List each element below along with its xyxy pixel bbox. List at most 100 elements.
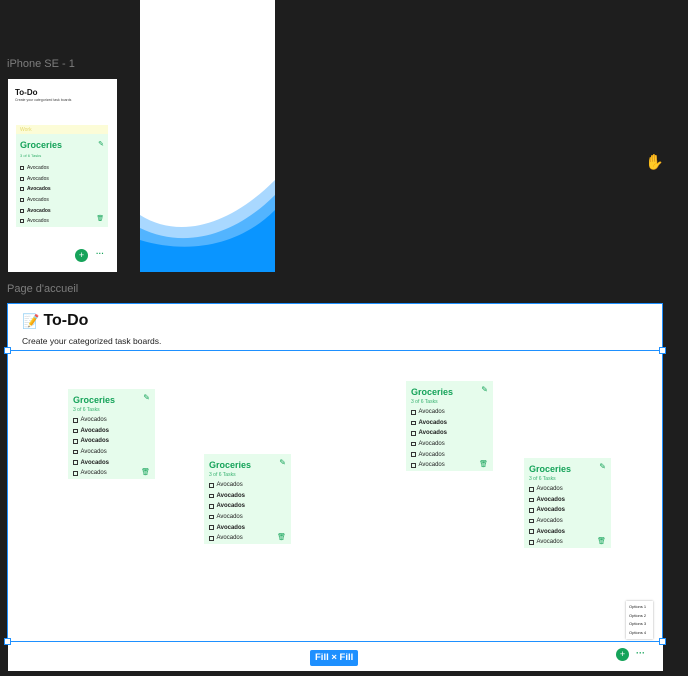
checkbox[interactable] [529,518,534,524]
more-options-button[interactable]: ··· [96,249,104,258]
task-item[interactable]: Avocados [529,516,565,527]
hand-cursor-icon: ✋ [645,154,664,171]
splash-frame[interactable] [140,0,275,272]
task-item[interactable]: Avocados [20,174,51,185]
checkbox[interactable] [73,428,78,434]
pencil-icon[interactable]: ✎ [98,140,104,148]
task-item[interactable]: Avocados [20,216,51,227]
task-item[interactable]: Avocados [411,439,447,450]
pencil-icon[interactable]: ✎ [481,385,488,394]
task-item[interactable]: Avocados [411,428,447,439]
checkbox[interactable] [20,208,24,213]
task-item[interactable]: Avocados [73,468,109,479]
page-subtitle: Create your categorized task boards. [22,336,162,346]
task-item[interactable]: Avocados [209,512,245,523]
pencil-icon[interactable]: ✎ [599,462,606,471]
checkbox[interactable] [20,176,24,181]
checkbox[interactable] [20,187,24,192]
task-item[interactable]: Avocados [209,501,245,512]
checkbox[interactable] [411,410,416,415]
add-board-button[interactable]: + [75,249,88,262]
iphone-title: To-Do [15,88,38,97]
checkbox[interactable] [209,504,214,509]
checkbox[interactable] [411,463,416,468]
frame-label-iphone[interactable]: iPhone SE - 1 [7,58,75,70]
checkbox[interactable] [73,439,78,444]
checkbox[interactable] [20,219,24,224]
task-item[interactable]: Avocados [529,505,565,516]
task-item[interactable]: Avocados [411,460,447,471]
task-item[interactable]: Avocados [73,447,109,458]
task-item[interactable]: Avocados [20,184,51,195]
resize-handle-top-right[interactable] [659,347,666,354]
board-card[interactable]: Groceries 3 of 6 Tasks ✎ Avocados Avocad… [524,458,611,548]
board-task-count: 3 of 6 Tasks [529,476,556,482]
task-item[interactable]: Avocados [529,484,565,495]
checkbox[interactable] [209,514,214,520]
trash-icon[interactable]: 🗑 [96,215,104,222]
task-item[interactable]: Avocados [529,526,565,537]
task-item[interactable]: Avocados [73,436,109,447]
checkbox[interactable] [529,487,534,492]
iphone-frame[interactable]: To-Do Create your categorized task board… [8,79,117,272]
option-item[interactable]: Options 1 [629,604,650,613]
task-item[interactable]: Avocados [411,449,447,460]
iphone-board[interactable]: Groceries 3 of 6 Tasks ✎ Avocados Avocad… [16,134,108,227]
add-board-button[interactable]: + [616,648,629,661]
task-item[interactable]: Avocados [529,537,565,548]
resize-handle-top-left[interactable] [4,347,11,354]
task-item[interactable]: Avocados [20,163,51,174]
task-item[interactable]: Avocados [529,495,565,506]
trash-icon[interactable]: 🗑 [479,460,488,468]
task-item[interactable]: Avocados [209,480,245,491]
task-item[interactable]: Avocados [411,407,447,418]
checkbox[interactable] [73,471,78,476]
pencil-icon[interactable]: ✎ [279,458,286,467]
checkbox[interactable] [209,525,214,530]
checkbox[interactable] [529,508,534,513]
pencil-icon[interactable]: ✎ [143,393,150,402]
option-item[interactable]: Options 2 [629,613,650,622]
checkbox[interactable] [411,431,416,436]
options-menu: Options 1 Options 2 Options 3 Options 4 [626,601,653,639]
checkbox[interactable] [73,418,78,423]
board-card[interactable]: Groceries 3 of 6 Tasks ✎ Avocados Avocad… [204,454,291,544]
checkbox[interactable] [411,420,416,426]
checkbox[interactable] [73,449,78,455]
resize-handle-bottom-left[interactable] [4,638,11,645]
task-item[interactable]: Avocados [411,418,447,429]
task-item[interactable]: Avocados [73,426,109,437]
task-item[interactable]: Avocados [20,195,51,206]
checkbox[interactable] [209,493,214,499]
option-item[interactable]: Options 4 [629,630,650,639]
task-item[interactable]: Avocados [209,522,245,533]
more-options-button[interactable]: ··· [636,648,645,658]
board-task-count: 3 of 6 Tasks [73,407,100,413]
size-badge: Fill × Fill [310,650,359,666]
trash-icon[interactable]: 🗑 [141,468,150,476]
checkbox[interactable] [411,452,416,457]
checkbox[interactable] [20,198,24,203]
frame-label-page[interactable]: Page d'accueil [7,283,78,295]
checkbox[interactable] [20,166,24,171]
checkbox[interactable] [411,441,416,447]
checkbox[interactable] [529,529,534,534]
trash-icon[interactable]: 🗑 [277,533,286,541]
trash-icon[interactable]: 🗑 [597,537,606,545]
board-card[interactable]: Groceries 3 of 6 Tasks ✎ Avocados Avocad… [68,389,155,479]
checkbox[interactable] [529,497,534,503]
task-item[interactable]: Avocados [20,205,51,216]
checkbox[interactable] [529,540,534,545]
board-card[interactable]: Groceries 3 of 6 Tasks ✎ Avocados Avocad… [406,381,493,471]
task-list: Avocados Avocados Avocados Avocados Avoc… [529,484,565,548]
option-item[interactable]: Options 3 [629,621,650,630]
checkbox[interactable] [73,460,78,465]
checkbox[interactable] [209,483,214,488]
checkbox[interactable] [209,536,214,541]
resize-handle-bottom-right[interactable] [659,638,666,645]
category-tab-work[interactable]: Work [16,125,108,134]
task-item[interactable]: Avocados [73,457,109,468]
task-item[interactable]: Avocados [73,415,109,426]
task-item[interactable]: Avocados [209,533,245,544]
task-item[interactable]: Avocados [209,491,245,502]
